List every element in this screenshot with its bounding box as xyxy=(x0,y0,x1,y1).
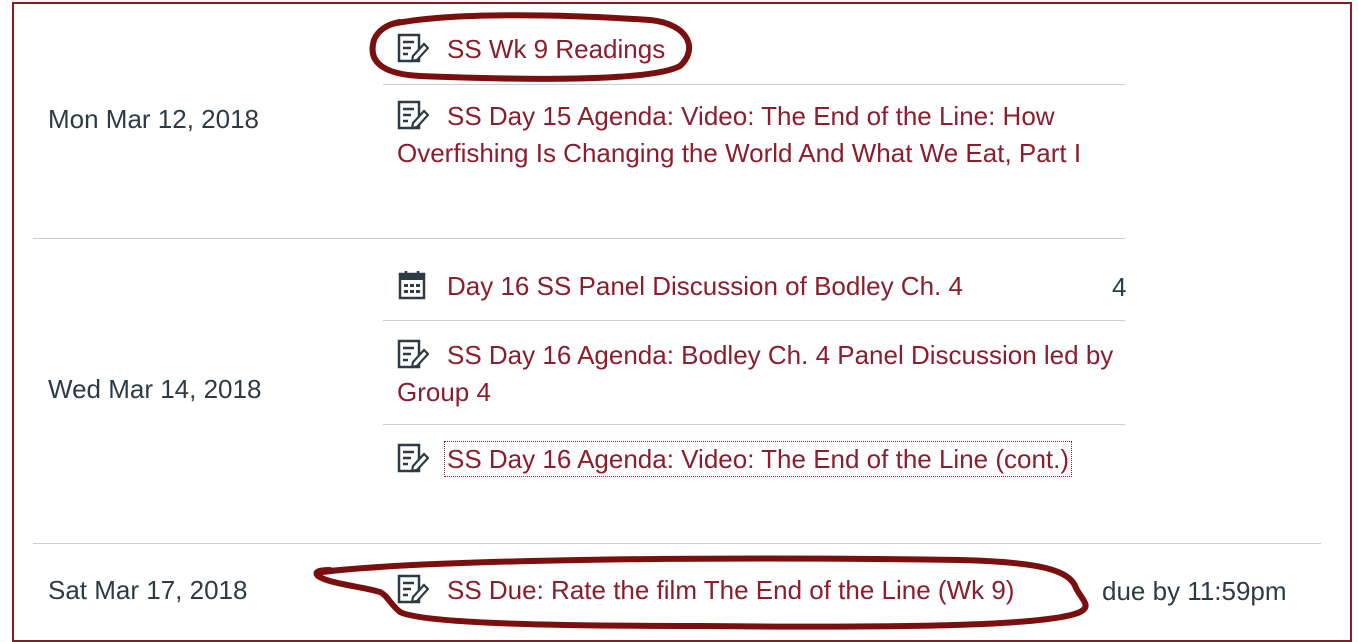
list-item[interactable]: SS Due: Rate the film The End of the Lin… xyxy=(397,572,1097,609)
assignment-icon xyxy=(397,339,429,369)
divider xyxy=(33,543,1321,544)
event-extra: 4 xyxy=(1112,272,1127,302)
divider xyxy=(383,84,1125,85)
assignment-icon xyxy=(397,574,429,604)
event-link[interactable]: Day 16 SS Panel Discussion of Bodley Ch.… xyxy=(447,271,963,301)
assignment-link-focused[interactable]: SS Day 16 Agenda: Video: The End of the … xyxy=(443,441,1073,477)
list-item[interactable]: Day 16 SS Panel Discussion of Bodley Ch.… xyxy=(397,268,1137,305)
date-label: Mon Mar 12, 2018 xyxy=(48,104,260,134)
assignment-link[interactable]: SS Due: Rate the film The End of the Lin… xyxy=(447,575,1014,605)
divider xyxy=(33,238,1125,239)
assignment-icon xyxy=(397,33,429,63)
assignment-icon xyxy=(397,100,429,130)
assignment-link[interactable]: SS Day 16 Agenda: Bodley Ch. 4 Panel Dis… xyxy=(397,340,1113,407)
list-item[interactable]: SS Day 16 Agenda: Bodley Ch. 4 Panel Dis… xyxy=(397,337,1137,411)
assignment-icon xyxy=(397,443,429,473)
list-item[interactable]: SS Wk 9 Readings xyxy=(397,31,1137,68)
date-label: Wed Mar 14, 2018 xyxy=(48,374,262,404)
divider xyxy=(383,424,1125,425)
date-label: Sat Mar 17, 2018 xyxy=(48,575,248,605)
calendar-event-icon xyxy=(398,271,426,300)
list-item[interactable]: SS Day 16 Agenda: Video: The End of the … xyxy=(397,441,1137,478)
divider xyxy=(383,320,1125,321)
list-item[interactable]: SS Day 15 Agenda: Video: The End of the … xyxy=(397,98,1137,172)
assignment-link[interactable]: SS Wk 9 Readings xyxy=(447,34,665,64)
due-date-label: due by 11:59pm xyxy=(1102,576,1287,606)
assignment-link[interactable]: SS Day 15 Agenda: Video: The End of the … xyxy=(397,101,1081,168)
